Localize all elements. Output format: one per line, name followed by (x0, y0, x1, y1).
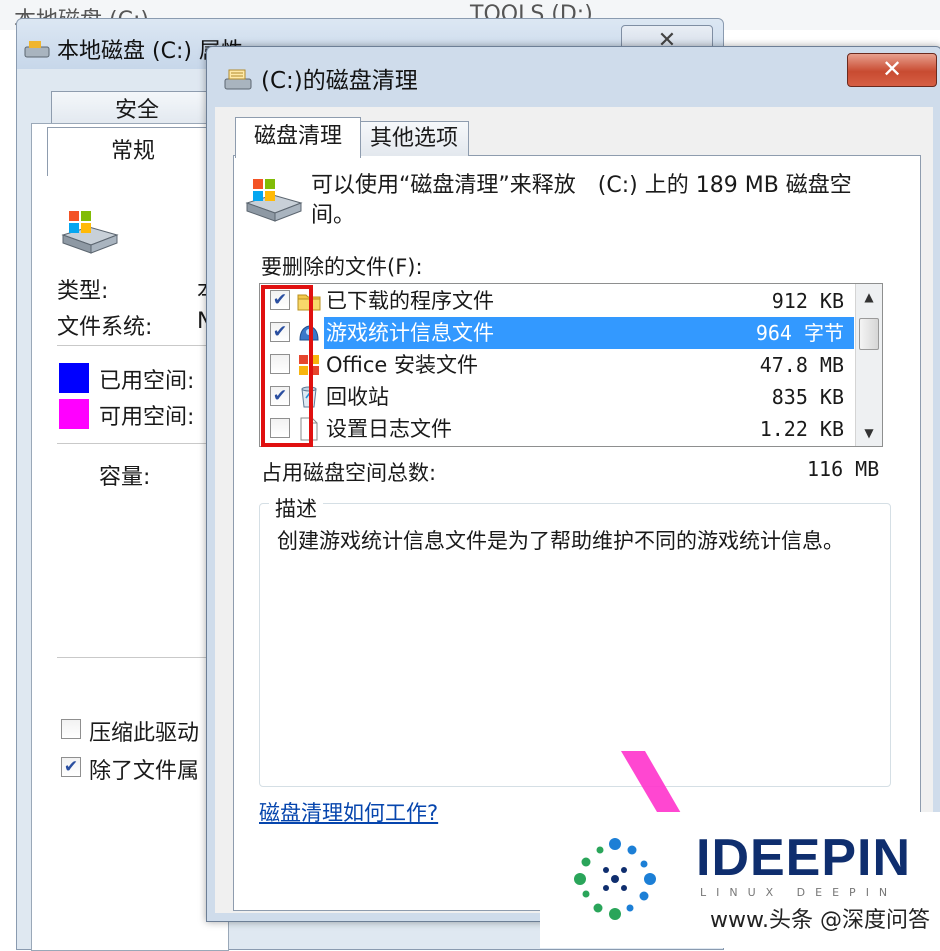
list-item[interactable]: ✔ 已下载的程序文件 912 KB (260, 285, 854, 317)
drive-icon (245, 179, 303, 222)
close-icon: ✕ (881, 55, 903, 83)
drive-icon (61, 211, 119, 254)
watermark: IDEEPIN LINUX DEEPIN www.头条 @深度问答 (540, 812, 940, 948)
drive-icon (24, 41, 50, 58)
scrollbar[interactable]: ▲ ▼ (855, 284, 882, 446)
help-link[interactable]: 磁盘清理如何工作? (259, 797, 438, 827)
divider (57, 345, 207, 346)
free-space-label: 可用空间: (99, 405, 195, 430)
total-space-label: 占用磁盘空间总数: (261, 461, 437, 485)
tab-more-options[interactable]: 其他选项 (359, 121, 469, 156)
watermark-caption: www.头条 @深度问答 (710, 908, 930, 933)
filesystem-label: 文件系统: (57, 315, 153, 340)
list-item[interactable]: Office 安装文件 47.8 MB (260, 349, 854, 381)
capacity-label: 容量: (99, 465, 151, 490)
type-label: 类型: (57, 279, 109, 304)
watermark-subtitle: LINUX DEEPIN (700, 886, 898, 899)
file-size: 1.22 KB (759, 417, 844, 441)
watermark-brand: IDEEPIN (696, 829, 912, 887)
index-label: 除了文件属 (89, 759, 200, 784)
list-item[interactable]: ✔ 回收站 835 KB (260, 381, 854, 413)
divider (57, 443, 207, 444)
file-size: 47.8 MB (759, 353, 844, 377)
used-space-swatch (59, 363, 89, 393)
compress-label: 压缩此驱动 (89, 721, 200, 746)
compress-checkbox[interactable] (61, 719, 81, 739)
disk-cleanup-dialog: (C:)的磁盘清理 ✕ 磁盘清理 其他选项 可以使用“磁盘清理”来释放 (C:)… (206, 46, 940, 922)
tab-general[interactable]: 常规 (47, 127, 219, 176)
description-title: 描述 (269, 493, 323, 523)
file-name: 已下载的程序文件 (326, 289, 494, 313)
file-size: 964 字节 (755, 321, 844, 345)
description-text: 创建游戏统计信息文件是为了帮助维护不同的游戏统计信息。 (277, 529, 844, 553)
dialog-client-area: 磁盘清理 其他选项 可以使用“磁盘清理”来释放 (C:) 上的 189 MB 磁… (215, 107, 933, 913)
intro-text: 可以使用“磁盘清理”来释放 (C:) 上的 189 MB 磁盘空间。 (311, 173, 852, 228)
scroll-up-icon[interactable]: ▲ (856, 284, 882, 310)
index-checkbox[interactable]: ✔ (61, 757, 81, 777)
scroll-thumb[interactable] (859, 318, 879, 350)
scroll-down-icon[interactable]: ▼ (856, 420, 882, 446)
file-name: Office 安装文件 (326, 353, 478, 377)
list-item[interactable]: ✔ 游戏统计信息文件 964 字节 (260, 317, 854, 349)
used-space-label: 已用空间: (99, 369, 195, 394)
file-list[interactable]: ✔ 已下载的程序文件 912 KB ✔ 游戏统计信息文件 964 字节 Offi… (259, 283, 883, 447)
dialog-title: (C:)的磁盘清理 (261, 68, 418, 94)
file-name: 回收站 (326, 385, 389, 409)
divider (57, 657, 207, 658)
tab-disk-cleanup[interactable]: 磁盘清理 (235, 117, 361, 158)
list-item[interactable]: 设置日志文件 1.22 KB (260, 413, 854, 445)
file-name: 设置日志文件 (326, 417, 452, 441)
file-size: 912 KB (771, 289, 844, 313)
annotation-highlight-box (261, 285, 313, 447)
file-name: 游戏统计信息文件 (326, 321, 494, 345)
file-size: 835 KB (771, 385, 844, 409)
free-space-swatch (59, 399, 89, 429)
disk-cleanup-icon (224, 69, 252, 90)
pinwheel-logo-icon (574, 838, 656, 920)
total-space-value: 116 MB (807, 457, 880, 481)
files-to-delete-label: 要删除的文件(F): (261, 255, 423, 279)
close-button[interactable]: ✕ (847, 53, 937, 87)
